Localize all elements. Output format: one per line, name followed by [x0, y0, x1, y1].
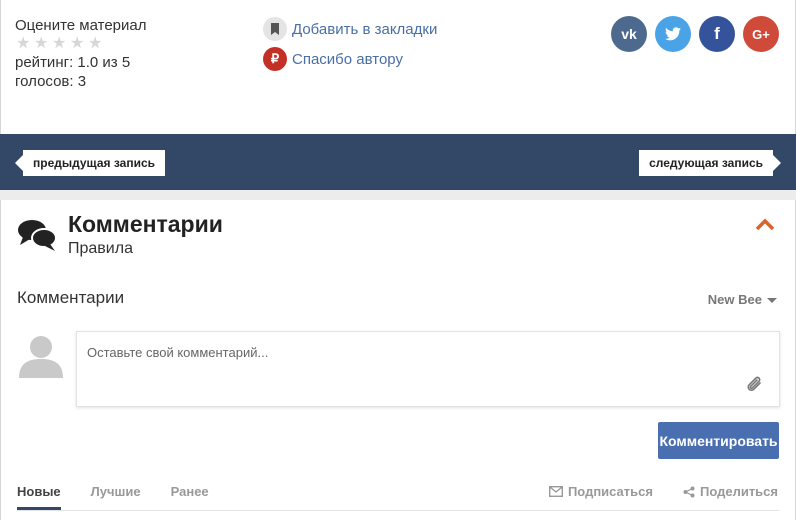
subscribe-button[interactable]: Подписаться: [548, 484, 653, 499]
rating-stars[interactable]: ★ ★ ★ ★ ★: [16, 36, 147, 52]
comment-editor: [76, 331, 780, 407]
section-divider: [0, 190, 796, 200]
paperclip-icon[interactable]: [745, 374, 765, 394]
comment-tab-actions: Подписаться Поделиться: [548, 484, 778, 499]
rating-block: Оцените материал ★ ★ ★ ★ ★ рейтинг: 1.0 …: [15, 16, 147, 91]
bookmark-icon: [263, 17, 287, 41]
rating-score: рейтинг: 1.0 из 5: [15, 54, 131, 71]
ruble-icon: ₽: [263, 47, 287, 71]
rating-votes: голосов: 3: [15, 73, 87, 90]
social-share-buttons: vk f G+: [611, 16, 779, 52]
thank-author-label: Спасибо автору: [292, 50, 403, 68]
subscribe-label: Подписаться: [567, 484, 653, 499]
vk-share-button[interactable]: vk: [611, 16, 647, 52]
add-bookmark-label: Добавить в закладки: [292, 20, 438, 38]
twitter-share-button[interactable]: [655, 16, 691, 52]
next-post-button[interactable]: следующая запись: [639, 150, 781, 176]
star-icon[interactable]: ★: [88, 36, 103, 52]
tab-best[interactable]: Лучшие: [91, 484, 141, 510]
vk-icon: vk: [621, 26, 637, 42]
sort-dropdown[interactable]: New Bee: [708, 292, 777, 307]
star-icon[interactable]: ★: [16, 36, 31, 52]
comments-bubbles-icon: [18, 220, 57, 251]
submit-comment-button[interactable]: Комментировать: [658, 422, 779, 459]
share-label: Поделиться: [699, 484, 778, 499]
add-bookmark-link[interactable]: Добавить в закладки: [263, 14, 437, 44]
caret-down-icon: [767, 297, 777, 303]
tab-earlier[interactable]: Ранее: [171, 484, 209, 510]
comments-list-title: Комментарии: [17, 288, 125, 307]
tabs-underline: [17, 510, 779, 511]
post-navigation-bar: предыдущая запись следующая запись: [0, 134, 796, 190]
star-icon[interactable]: ★: [70, 36, 85, 52]
thank-author-link[interactable]: ₽ Спасибо автору: [263, 44, 437, 74]
sort-dropdown-label: New Bee: [707, 292, 762, 307]
previous-post-button[interactable]: предыдущая запись: [15, 150, 165, 176]
facebook-share-button[interactable]: f: [699, 16, 735, 52]
google-plus-share-button[interactable]: G+: [743, 16, 779, 52]
user-avatar: [19, 336, 63, 378]
comment-tabs: Новые Лучшие Ранее: [17, 484, 209, 510]
envelope-icon: [548, 486, 563, 497]
star-icon[interactable]: ★: [34, 36, 49, 52]
article-footer-panel: Оцените материал ★ ★ ★ ★ ★ рейтинг: 1.0 …: [0, 0, 796, 134]
twitter-icon: [665, 27, 681, 41]
share-button[interactable]: Поделиться: [683, 484, 778, 499]
tab-new[interactable]: Новые: [17, 484, 61, 510]
share-icon: [683, 486, 695, 497]
comments-section-title: Комментарии: [68, 211, 223, 237]
facebook-icon: f: [714, 24, 720, 43]
rating-title: Оцените материал: [15, 17, 147, 34]
comment-rules-link[interactable]: Правила: [68, 240, 133, 258]
google-plus-icon: G+: [752, 26, 770, 42]
chevron-up-icon[interactable]: [755, 216, 775, 232]
comment-input[interactable]: [87, 345, 727, 360]
star-icon[interactable]: ★: [52, 36, 67, 52]
article-actions: Добавить в закладки ₽ Спасибо автору: [263, 14, 437, 74]
